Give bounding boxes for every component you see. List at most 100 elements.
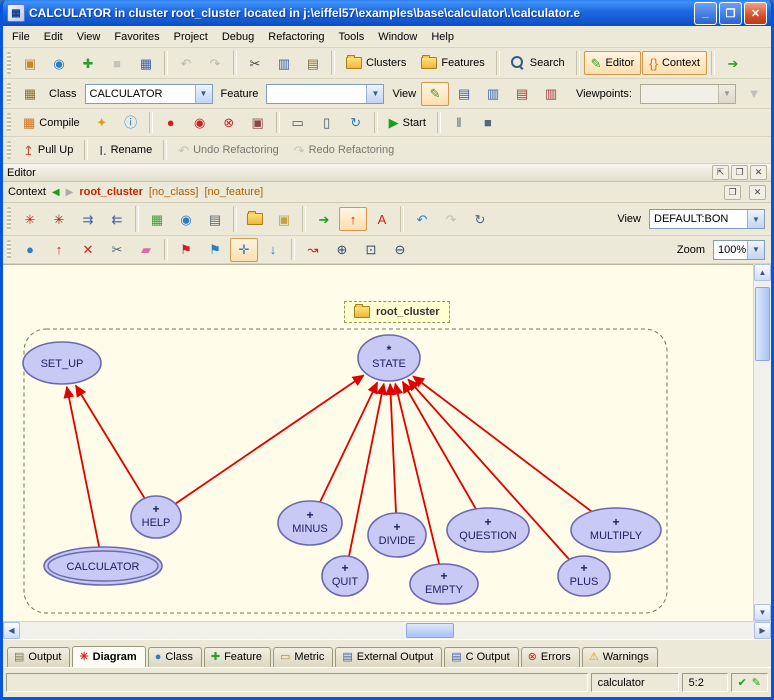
tab-warnings[interactable]: ⚠Warnings: [582, 647, 658, 667]
blue-flag-button[interactable]: ⚑: [201, 238, 229, 262]
copy-button[interactable]: ▥: [270, 51, 298, 75]
maximize-panel-icon[interactable]: ❐: [731, 165, 748, 180]
vertical-scroll-track[interactable]: [754, 281, 771, 604]
class-tool-button[interactable]: ▦: [16, 82, 44, 106]
cut-links-button[interactable]: ✂: [103, 238, 131, 262]
tab-metric[interactable]: ▭Metric: [273, 647, 333, 667]
class-node-calculator[interactable]: CALCULATOR: [44, 547, 162, 585]
refresh-button[interactable]: ↻: [342, 111, 370, 135]
scroll-left-icon[interactable]: ◀: [3, 622, 20, 639]
inheritance-link-divide-state[interactable]: [390, 384, 396, 513]
relayout-button[interactable]: ↝: [299, 238, 327, 262]
red-flag-button[interactable]: ⚑: [172, 238, 200, 262]
toolbar-grip[interactable]: [7, 240, 11, 259]
close-button[interactable]: ✕: [744, 2, 767, 25]
dropdown-arrow-icon[interactable]: ▼: [366, 85, 383, 103]
maximize-button[interactable]: ❐: [719, 2, 742, 25]
menu-view[interactable]: View: [70, 29, 108, 45]
inheritance-link-minus-state[interactable]: [320, 382, 377, 502]
editor-toggle-button[interactable]: ✎Editor: [584, 51, 642, 75]
zoom-in-button[interactable]: ⊕: [328, 238, 356, 262]
menu-project[interactable]: Project: [167, 29, 215, 45]
class-combobox[interactable]: CALCULATOR▼: [85, 84, 213, 104]
export-image-button[interactable]: ◉: [172, 207, 200, 231]
finalize-button[interactable]: ▣: [244, 111, 272, 135]
scroll-right-icon[interactable]: ▶: [754, 622, 771, 639]
new-class-button[interactable]: ▣: [270, 207, 298, 231]
toolbar-grip[interactable]: [7, 83, 11, 104]
reload-diagram-button[interactable]: ↻: [466, 207, 494, 231]
inheritance-link-question-state[interactable]: [403, 382, 476, 509]
supplier-links-button[interactable]: ⇉: [74, 207, 102, 231]
undo-diagram-button[interactable]: ↶: [408, 207, 436, 231]
precompile-button[interactable]: ✦: [88, 111, 116, 135]
vertical-scroll-thumb[interactable]: [755, 287, 770, 361]
context-toggle-button[interactable]: {}Context: [642, 51, 707, 75]
minimize-button[interactable]: _: [694, 2, 717, 25]
menu-file[interactable]: File: [5, 29, 37, 45]
client-links-button[interactable]: ⇇: [103, 207, 131, 231]
class-node-set_up[interactable]: SET_UP: [23, 342, 101, 384]
scroll-down-icon[interactable]: ▼: [754, 604, 771, 621]
add-ancestors-button[interactable]: ↑: [45, 238, 73, 262]
toolbar-grip[interactable]: [7, 141, 11, 159]
print-diagram-button[interactable]: ▤: [201, 207, 229, 231]
tab-external-output[interactable]: ▤External Output: [335, 647, 442, 667]
horizontal-scroll-track[interactable]: [20, 622, 754, 639]
class-node-quit[interactable]: +QUIT: [322, 556, 368, 596]
interface-view-button[interactable]: ▥: [537, 82, 565, 106]
add-inheritance-link-button[interactable]: ↑: [339, 207, 367, 231]
tab-class[interactable]: ●Class: [148, 647, 202, 667]
close-panel-icon[interactable]: ✕: [750, 165, 767, 180]
feature-combobox[interactable]: ▼: [266, 84, 384, 104]
menu-debug[interactable]: Debug: [215, 29, 261, 45]
flat-view-button[interactable]: ▥: [479, 82, 507, 106]
menu-favorites[interactable]: Favorites: [107, 29, 166, 45]
external-commands-button[interactable]: ➔: [719, 51, 747, 75]
new-window-button[interactable]: ▣: [16, 51, 44, 75]
dropdown-arrow-icon[interactable]: ▼: [747, 210, 764, 228]
zoom-combobox[interactable]: 100%▼: [713, 240, 765, 260]
move-diagram-button[interactable]: ✛: [230, 238, 258, 262]
title-bar[interactable]: ▦ CALCULATOR in cluster root_cluster loc…: [3, 0, 771, 26]
remove-item-button[interactable]: ✕: [74, 238, 102, 262]
horizontal-scroll-thumb[interactable]: [406, 623, 454, 638]
menu-window[interactable]: Window: [371, 29, 424, 45]
add-class-button[interactable]: ✚: [74, 51, 102, 75]
menu-edit[interactable]: Edit: [37, 29, 70, 45]
class-node-help[interactable]: +HELP: [131, 496, 181, 538]
dropdown-arrow-icon[interactable]: ▼: [195, 85, 212, 103]
class-node-empty[interactable]: +EMPTY: [410, 564, 478, 604]
save-button[interactable]: ▦: [132, 51, 160, 75]
toggle-clusters-button[interactable]: ●: [16, 238, 44, 262]
class-node-divide[interactable]: +DIVIDE: [368, 513, 426, 557]
pull-up-button[interactable]: ↥Pull Up: [16, 138, 80, 162]
history-back-icon[interactable]: ◀: [52, 187, 60, 198]
paste-button[interactable]: ▤: [299, 51, 327, 75]
pause-button[interactable]: ‖: [445, 111, 473, 135]
inheritance-link-multiply-state[interactable]: [413, 376, 592, 511]
tab-errors[interactable]: ⊗Errors: [521, 647, 580, 667]
toolbar-grip[interactable]: [7, 207, 11, 231]
class-node-minus[interactable]: +MINUS: [278, 501, 342, 545]
cluster-tag[interactable]: root_cluster: [344, 301, 450, 323]
stop-execution-button[interactable]: ■: [474, 111, 502, 135]
scroll-up-icon[interactable]: ▲: [754, 264, 771, 281]
inheritance-link-help-state[interactable]: [175, 375, 363, 503]
tab-output[interactable]: ▤Output: [7, 647, 70, 667]
diagram-canvas[interactable]: SET_UP *STATE +HELP CALCULATOR +MINUS +QUIT+D…: [3, 264, 753, 621]
diagram-snapshot-button[interactable]: ▦: [143, 207, 171, 231]
features-button[interactable]: Features: [414, 51, 491, 75]
inheritance-link-calculator-set_up[interactable]: [67, 387, 99, 547]
start-button[interactable]: ▶Start: [382, 111, 433, 135]
menu-help[interactable]: Help: [424, 29, 461, 45]
float-window-icon[interactable]: ⇱: [712, 165, 729, 180]
horizontal-scrollbar[interactable]: ◀ ▶: [3, 621, 771, 639]
text-tool-button[interactable]: A: [368, 207, 396, 231]
zoom-out-button[interactable]: ⊖: [386, 238, 414, 262]
context-cluster-name[interactable]: root_cluster: [79, 186, 143, 198]
dropdown-arrow-icon[interactable]: ▼: [747, 241, 764, 259]
rename-button[interactable]: I.Rename: [92, 138, 159, 162]
maximize-context-icon[interactable]: ❐: [724, 185, 741, 200]
class-node-state[interactable]: *STATE: [358, 335, 420, 381]
